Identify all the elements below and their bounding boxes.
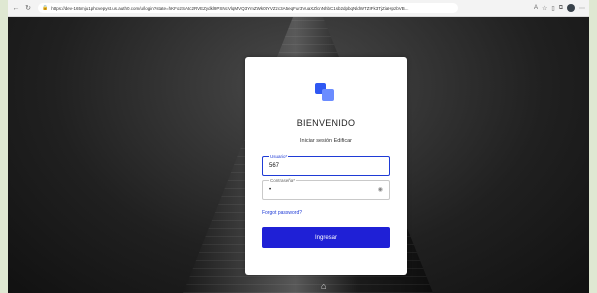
reader-icon[interactable]: A xyxy=(534,5,538,11)
username-field[interactable]: Usuario* 567 xyxy=(262,154,390,176)
toolbar-actions: A ☆ ▯ ⧉ ⋯ xyxy=(534,4,585,12)
password-value[interactable]: • xyxy=(269,187,271,193)
page-subtitle: Iniciar sesión Edificar xyxy=(300,138,352,144)
login-button[interactable]: Ingresar xyxy=(262,227,390,248)
address-bar[interactable]: 🔒 https://dev-165mju1phcvepyst.us.auth0.… xyxy=(38,3,458,13)
back-icon[interactable]: ← xyxy=(12,4,20,12)
lock-icon: 🔒 xyxy=(42,5,49,11)
collections-icon[interactable]: ⧉ xyxy=(559,5,563,12)
browser-window: ← ↻ 🔒 https://dev-165mju1phcvepyst.us.au… xyxy=(8,0,589,293)
scroll-indicator-icon: ⌂ xyxy=(321,281,327,291)
login-card: BIENVENIDO Iniciar sesión Edificar Usuar… xyxy=(245,57,407,275)
password-field[interactable]: Contraseña* • ◉ xyxy=(262,178,390,200)
browser-toolbar: ← ↻ 🔒 https://dev-165mju1phcvepyst.us.au… xyxy=(8,0,589,17)
more-icon[interactable]: ⋯ xyxy=(579,5,585,12)
sidebar-icon[interactable]: ▯ xyxy=(551,5,554,12)
refresh-icon[interactable]: ↻ xyxy=(24,4,32,12)
favorite-icon[interactable]: ☆ xyxy=(542,5,547,12)
logo-shape-secondary xyxy=(322,89,334,101)
password-label: Contraseña* xyxy=(269,178,297,183)
eye-icon[interactable]: ◉ xyxy=(378,186,383,193)
url-text: https://dev-165mju1phcvepyst.us.auth0.co… xyxy=(51,5,409,11)
avatar[interactable] xyxy=(567,4,575,12)
app-logo xyxy=(313,81,337,105)
username-label: Usuario* xyxy=(269,154,289,159)
forgot-password-link[interactable]: Forgot password? xyxy=(262,210,302,216)
page-title: BIENVENIDO xyxy=(296,118,356,128)
username-value[interactable]: 567 xyxy=(269,163,279,169)
